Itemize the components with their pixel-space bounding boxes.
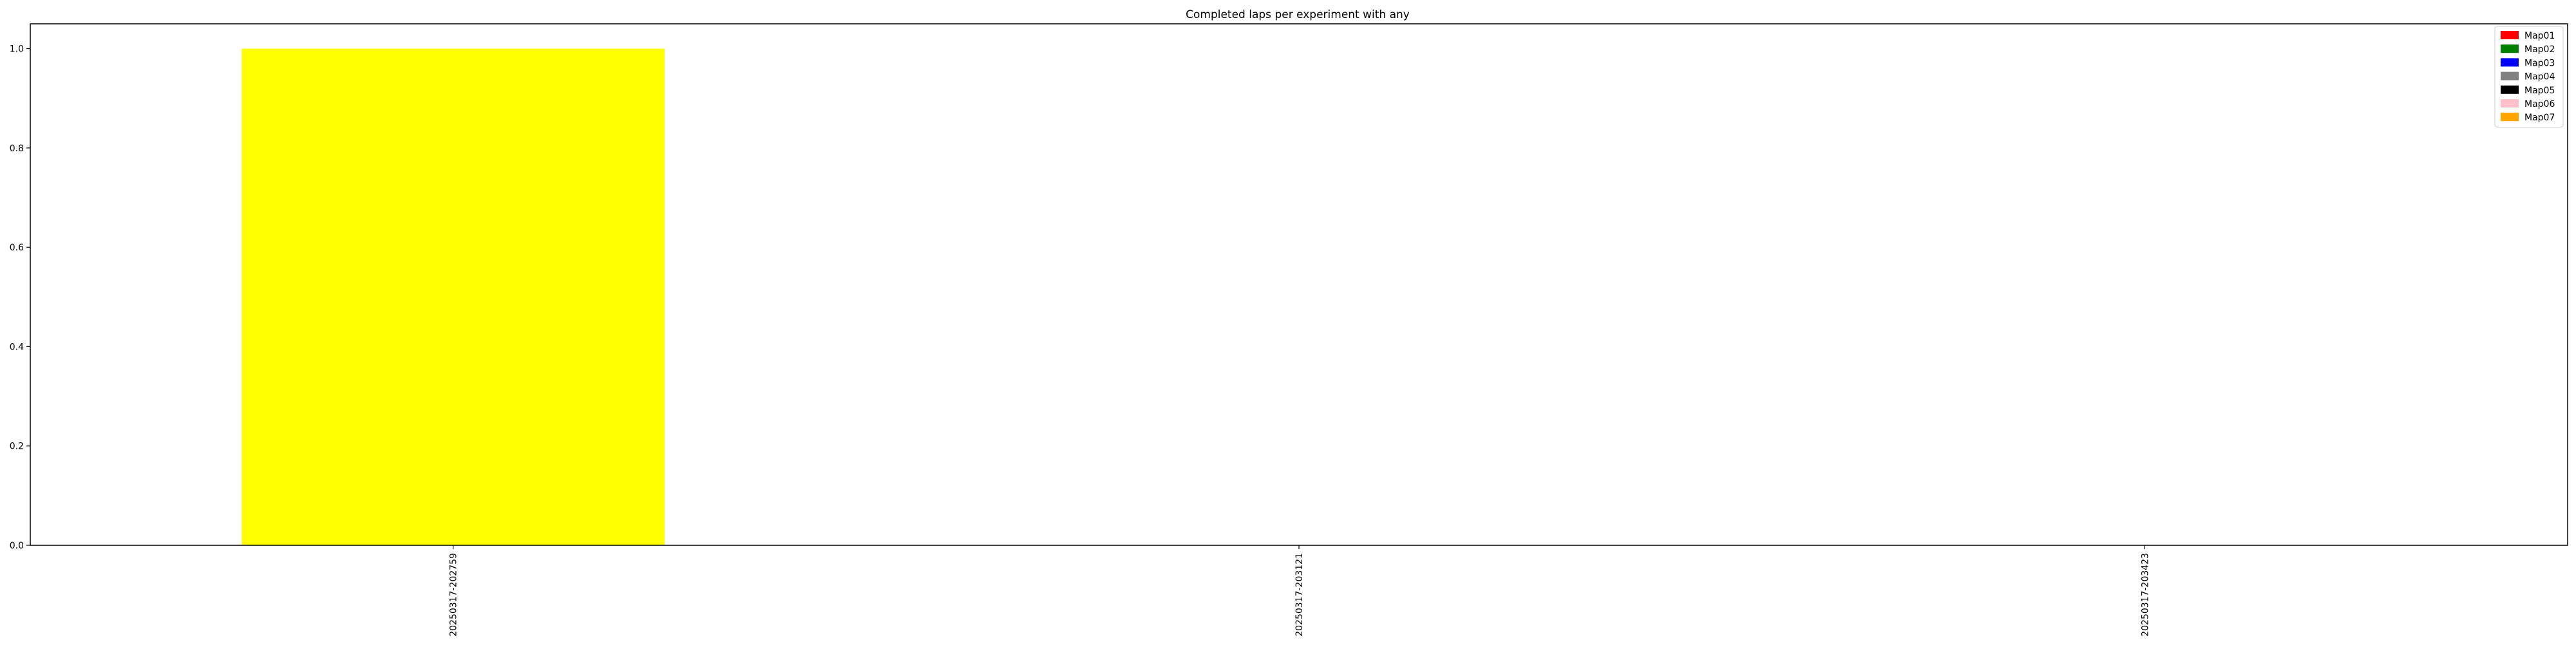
y-tick-label: 1.0 (10, 44, 24, 55)
legend-swatch-Map01 (2501, 31, 2519, 39)
y-tick-label: 0.2 (10, 442, 24, 452)
chart-title: Completed laps per experiment with any (1186, 8, 1410, 21)
legend-label: Map03 (2524, 58, 2555, 68)
bar-20250317-202759 (242, 48, 665, 546)
legend-label: Map06 (2524, 99, 2555, 109)
legend-label: Map04 (2524, 72, 2555, 82)
y-tick-label: 0.8 (10, 144, 24, 154)
legend: Map01 Map02 Map03 Map04 Map05 Map06 Map07 (2494, 26, 2564, 127)
legend-label: Map05 (2524, 86, 2555, 96)
legend-label: Map07 (2524, 113, 2555, 123)
chart-container: Completed laps per experiment with any 0… (0, 0, 2576, 644)
legend-swatch-Map06 (2501, 99, 2519, 108)
x-tick-label: 20250317-202759 (449, 553, 459, 637)
y-tick-label: 0.6 (10, 243, 24, 253)
x-tick-label: 20250317-203423 (2140, 553, 2150, 637)
bars-layer (242, 48, 665, 546)
legend-label: Map01 (2524, 31, 2555, 41)
legend-swatch-Map03 (2501, 58, 2519, 67)
legend-label: Map02 (2524, 44, 2555, 55)
legend-swatch-Map07 (2501, 113, 2519, 122)
bar-chart: Completed laps per experiment with any 0… (10, 8, 2568, 637)
legend-swatch-Map04 (2501, 71, 2519, 80)
x-tick-label: 20250317-203121 (1294, 553, 1305, 637)
legend-swatch-Map02 (2501, 44, 2519, 53)
y-tick-label: 0.4 (10, 342, 24, 352)
y-tick-label: 0.0 (10, 541, 24, 551)
legend-swatch-Map05 (2501, 85, 2519, 94)
